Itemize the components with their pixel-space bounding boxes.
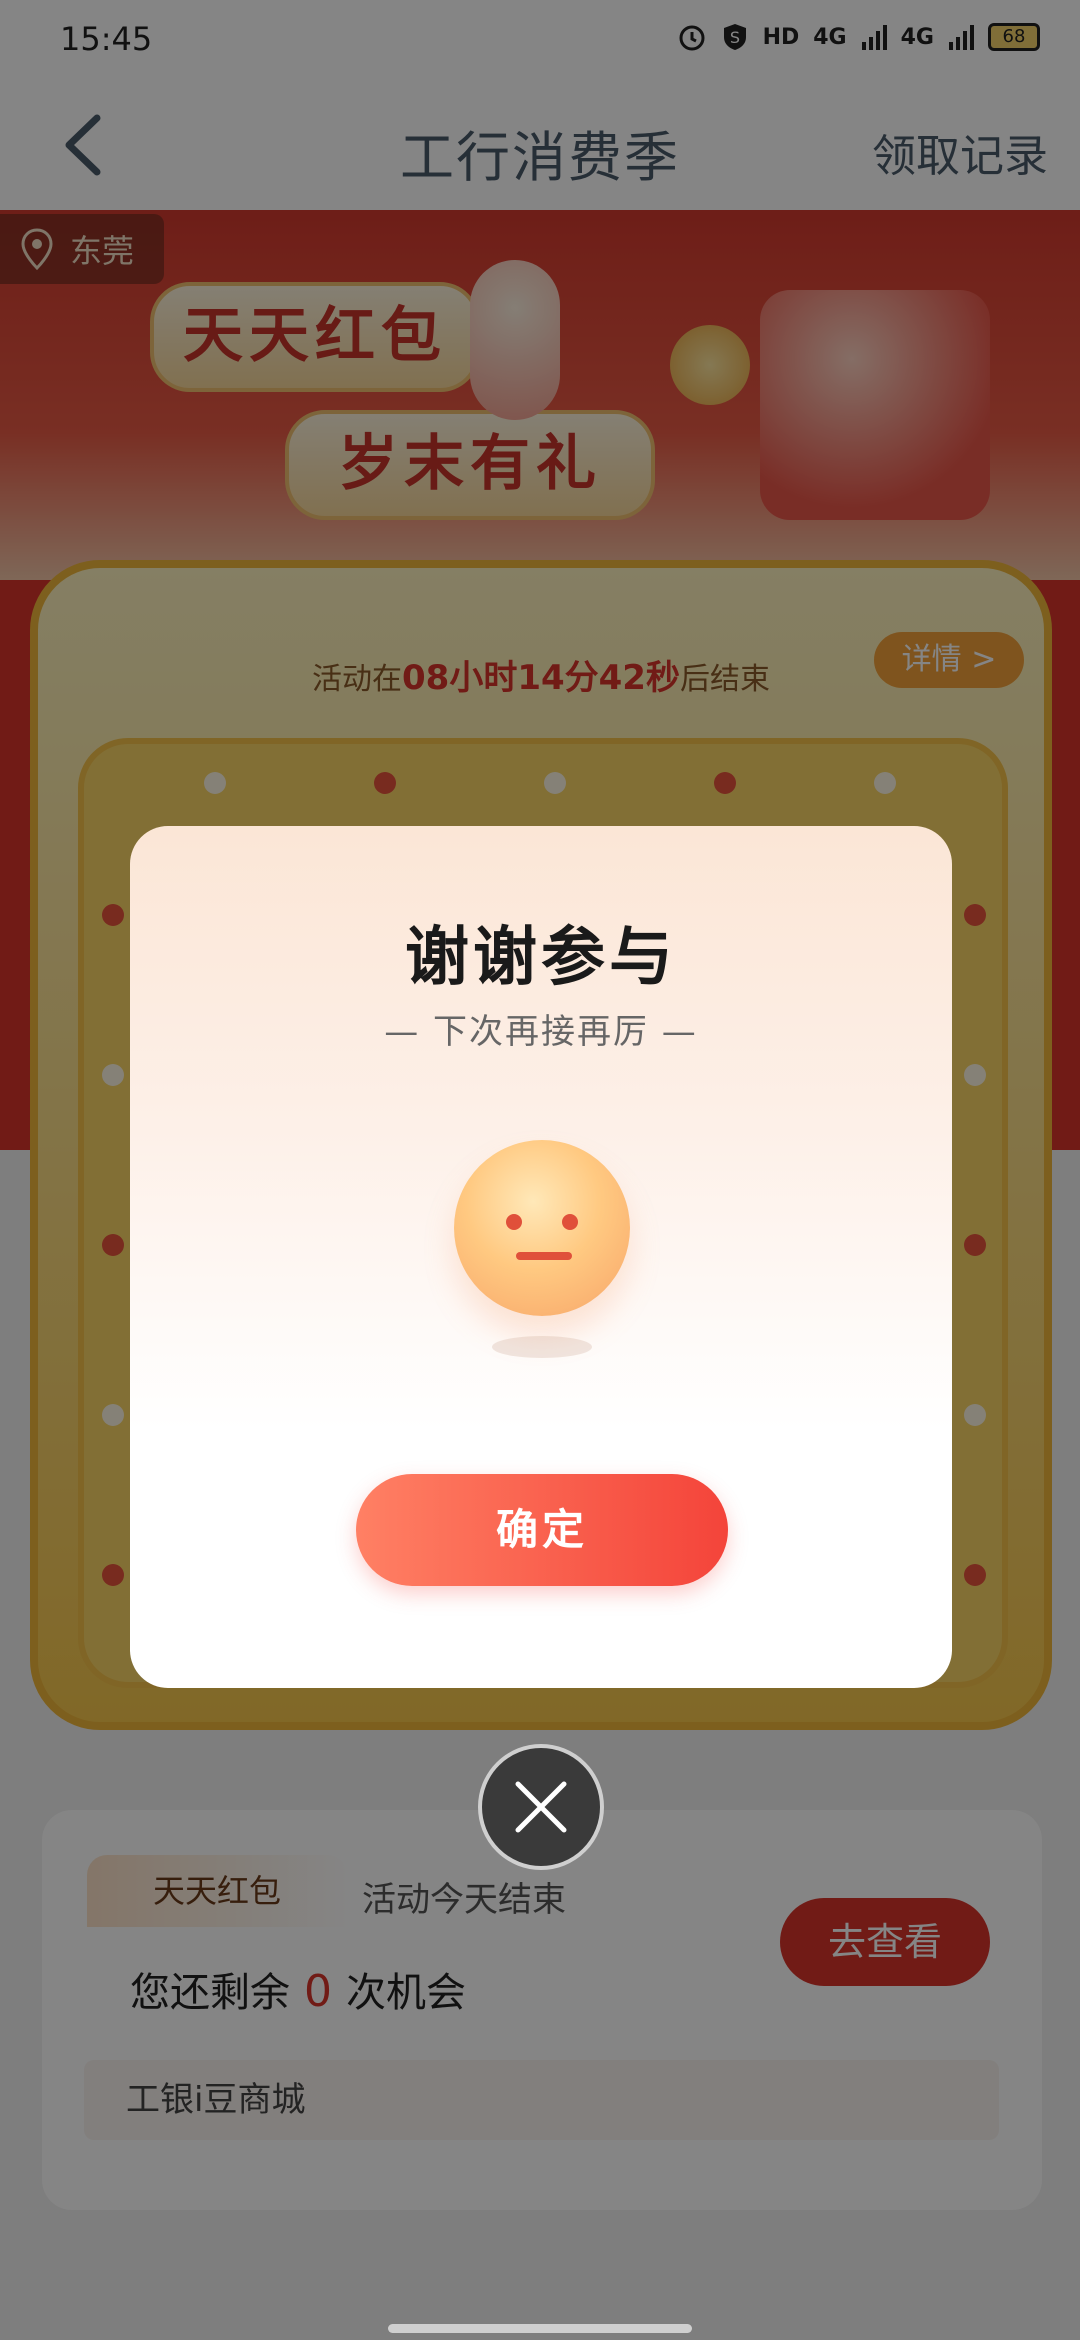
face-eye-right <box>562 1214 578 1230</box>
close-dialog-button[interactable] <box>478 1744 604 1870</box>
face-eye-left <box>506 1214 522 1230</box>
face-mouth <box>516 1252 572 1260</box>
face-shadow <box>492 1336 592 1358</box>
home-indicator[interactable] <box>388 2324 692 2333</box>
close-icon <box>515 1781 567 1833</box>
result-dialog: 谢谢参与 — 下次再接再厉 — 确定 <box>130 826 952 1688</box>
neutral-face-icon <box>454 1140 630 1316</box>
dialog-subtitle: — 下次再接再厉 — <box>384 1012 698 1052</box>
dialog-title: 谢谢参与 <box>405 921 677 995</box>
confirm-button[interactable]: 确定 <box>356 1474 728 1586</box>
